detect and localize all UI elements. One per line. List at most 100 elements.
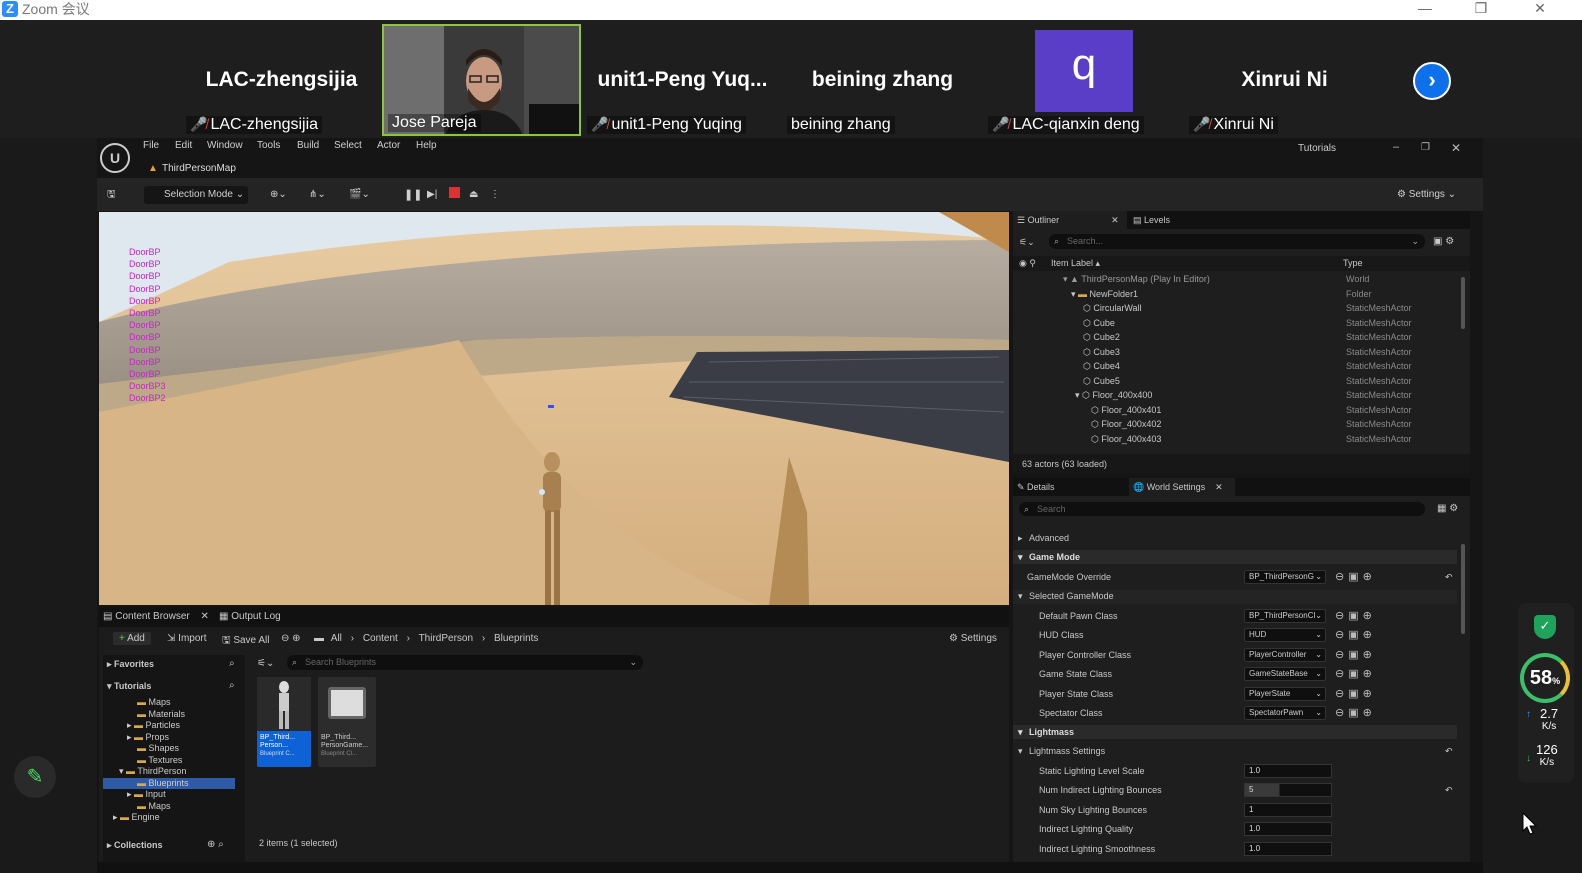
game-state-dropdown[interactable]: GameStateBase ⌄ [1244, 667, 1326, 681]
spectator-class-dropdown[interactable]: SpectatorPawn ⌄ [1244, 706, 1326, 720]
item-label-column[interactable]: Item Label ▴ [1051, 258, 1100, 269]
ue-close-button[interactable]: ✕ [1451, 141, 1461, 155]
participant-tile[interactable]: unit1-Peng Yuq... 🎤̸ unit1-Peng Yuqing [583, 24, 782, 136]
tree-item[interactable]: ▬ Shapes [103, 743, 245, 755]
eject-icon[interactable]: ⏏ [469, 186, 478, 204]
outliner-tab[interactable]: ☰ Outliner ✕ [1017, 215, 1119, 226]
outliner-row[interactable]: ⬡ Cube4 [1083, 361, 1120, 372]
player-state-dropdown[interactable]: PlayerState ⌄ [1244, 687, 1326, 701]
tutorials-button[interactable]: Tutorials [1298, 143, 1336, 154]
asset-actions-icon[interactable]: ⊖▣⊕ [1335, 687, 1376, 700]
menu-tools[interactable]: Tools [257, 140, 280, 151]
add-folder-icon[interactable]: ▣ ⚙ [1433, 236, 1454, 247]
details-tab[interactable]: ✎ Details [1017, 482, 1055, 493]
participant-tile[interactable]: Xinrui Ni 🎤̸ Xinrui Ni [1185, 24, 1384, 136]
level-viewport[interactable]: DoorBP DoorBP DoorBP DoorBP DoorBP DoorB… [99, 212, 1009, 605]
outliner-search-input[interactable]: ⌕ Search... ⌄ [1049, 234, 1425, 249]
search-blueprints-input[interactable]: ⌕ Search Blueprints ⌄ [287, 655, 643, 670]
tree-item[interactable]: ▸ ▬ Props [103, 732, 245, 744]
menu-actor[interactable]: Actor [377, 140, 400, 151]
participant-tile-active[interactable]: Jose Pareja [382, 24, 581, 136]
breadcrumb-thirdperson[interactable]: ThirdPerson [419, 633, 473, 644]
ue-restore-button[interactable]: ❐ [1421, 142, 1430, 153]
asset-tile-selected[interactable]: BP_Third... Person... Blueprint C... [257, 677, 311, 767]
player-controller-dropdown[interactable]: PlayerController ⌄ [1244, 648, 1326, 662]
add-collection-icon[interactable]: ⊕ ⌕ [207, 839, 224, 850]
tree-item[interactable]: ▬ Materials [103, 709, 245, 721]
history-nav-icon[interactable]: ⊖ ⊕ [281, 633, 301, 644]
lightmass-settings-category[interactable]: ▾ Lightmass Settings [1018, 746, 1105, 757]
more-options-icon[interactable]: ⋮ [490, 186, 500, 204]
content-browser-tab[interactable]: ▤ Content Browser ✕ [103, 611, 209, 622]
world-settings-tab[interactable]: 🌐 World Settings ✕ [1133, 482, 1223, 493]
details-scrollbar[interactable] [1461, 544, 1465, 634]
annotate-pencil-icon[interactable]: ✎ [14, 756, 56, 798]
static-lighting-scale-input[interactable]: 1.0 [1244, 764, 1332, 778]
outliner-row[interactable]: ▾ ⬡ Floor_400x400 [1075, 390, 1152, 401]
outliner-row[interactable]: ▾ ▲ ThirdPersonMap (Play In Editor) [1063, 274, 1210, 285]
outliner-row[interactable]: ⬡ Cube5 [1083, 376, 1120, 387]
tree-item-selected[interactable]: ▬ Blueprints [103, 777, 235, 789]
outliner-row[interactable]: ⬡ Cube2 [1083, 332, 1120, 343]
details-search-input[interactable]: ⌕ Search [1019, 502, 1425, 516]
indirect-smoothness-input[interactable]: 1.0 [1244, 842, 1332, 856]
tutorials-header[interactable]: ▾ Tutorials [107, 681, 151, 692]
level-tab[interactable]: ▲ ThirdPersonMap [142, 160, 236, 178]
tree-item[interactable]: ▬ Maps [103, 697, 245, 709]
outliner-row[interactable]: ⬡ Cube3 [1083, 347, 1120, 358]
lightmass-category[interactable]: ▾ Lightmass [1018, 727, 1074, 738]
tree-item[interactable]: ▸ ▬ Particles [103, 720, 245, 732]
hud-class-dropdown[interactable]: HUD ⌄ [1244, 628, 1326, 642]
maximize-button[interactable]: ❐ [1466, 0, 1496, 20]
breadcrumb-blueprints[interactable]: Blueprints [494, 633, 538, 644]
asset-actions-icon[interactable]: ⊖▣⊕ [1335, 628, 1376, 641]
ue-minimize-button[interactable]: – [1393, 141, 1399, 153]
outliner-row[interactable]: ⬡ Floor_400x401 [1091, 405, 1161, 416]
next-page-arrow-icon[interactable]: › [1413, 62, 1451, 100]
import-button[interactable]: ⇲ Import [167, 633, 207, 644]
outliner-row[interactable]: ▾ ▬ NewFolder1 [1071, 289, 1138, 300]
menu-help[interactable]: Help [416, 140, 437, 151]
indirect-quality-input[interactable]: 1.0 [1244, 822, 1332, 836]
asset-actions-icon[interactable]: ⊖▣⊕ [1335, 648, 1376, 661]
tree-item[interactable]: ▾ ▬ ThirdPerson [103, 766, 245, 778]
reset-icon[interactable]: ↶ [1445, 572, 1453, 583]
asset-actions-icon[interactable]: ⊖▣⊕ [1335, 667, 1376, 680]
pause-icon[interactable]: ❚❚ [404, 186, 422, 204]
settings-button[interactable]: ⚙ Settings ⌄ [1397, 186, 1456, 204]
participant-tile[interactable]: LAC-zhengsijia 🎤̸ LAC-zhengsijia [182, 24, 381, 136]
participant-tile[interactable]: beining zhang beining zhang [783, 24, 982, 136]
participant-tile[interactable]: q 🎤̸ LAC-qianxin deng [984, 24, 1183, 136]
minimize-button[interactable]: — [1410, 0, 1440, 20]
search-icon[interactable]: ⌕ [229, 658, 235, 669]
output-log-tab[interactable]: ▦ Output Log [219, 611, 281, 622]
filter-icon[interactable]: ⚟⌄ [1019, 237, 1035, 248]
outliner-scrollbar[interactable] [1461, 277, 1465, 329]
tree-item[interactable]: ▬ Maps [103, 801, 245, 813]
asset-tile[interactable]: BP_Third... PersonGame... Blueprint Cl..… [318, 677, 376, 767]
favorites-header[interactable]: ▸ Favorites [107, 659, 154, 670]
add-button[interactable]: + Add [113, 632, 151, 645]
outliner-row[interactable]: ⬡ Floor_400x402 [1091, 419, 1161, 430]
game-mode-category[interactable]: ▾ Game Mode [1018, 552, 1080, 563]
save-icon[interactable]: 🖫 [107, 186, 116, 204]
menu-file[interactable]: File [143, 140, 159, 151]
tree-item[interactable]: ▸ ▬ Engine [103, 812, 245, 824]
advanced-category[interactable]: ▸ Advanced [1018, 533, 1069, 544]
step-icon[interactable]: ▶| [427, 186, 437, 204]
asset-actions-icon[interactable]: ⊖▣⊕ [1335, 570, 1376, 583]
breadcrumb-all[interactable]: All [331, 633, 342, 644]
tree-item[interactable]: ▬ Textures [103, 755, 245, 767]
search-icon[interactable]: ⌕ [229, 680, 235, 691]
levels-tab[interactable]: ▤ Levels [1133, 215, 1170, 226]
asset-actions-icon[interactable]: ⊖▣⊕ [1335, 706, 1376, 719]
grid-view-icon[interactable]: ▦ ⚙ [1437, 503, 1458, 514]
cinematics-icon[interactable]: 🎬⌄ [349, 186, 370, 204]
breadcrumb-content[interactable]: Content [363, 633, 398, 644]
selected-gamemode-category[interactable]: ▾ Selected GameMode [1018, 591, 1114, 602]
add-content-icon[interactable]: ⊕⌄ [270, 186, 287, 204]
selection-mode-dropdown[interactable]: Selection Mode ⌄ [144, 186, 248, 204]
menu-window[interactable]: Window [207, 140, 243, 151]
tree-item[interactable]: ▸ ▬ Input [103, 789, 245, 801]
default-pawn-dropdown[interactable]: BP_ThirdPersonCl ⌄ [1244, 609, 1326, 623]
